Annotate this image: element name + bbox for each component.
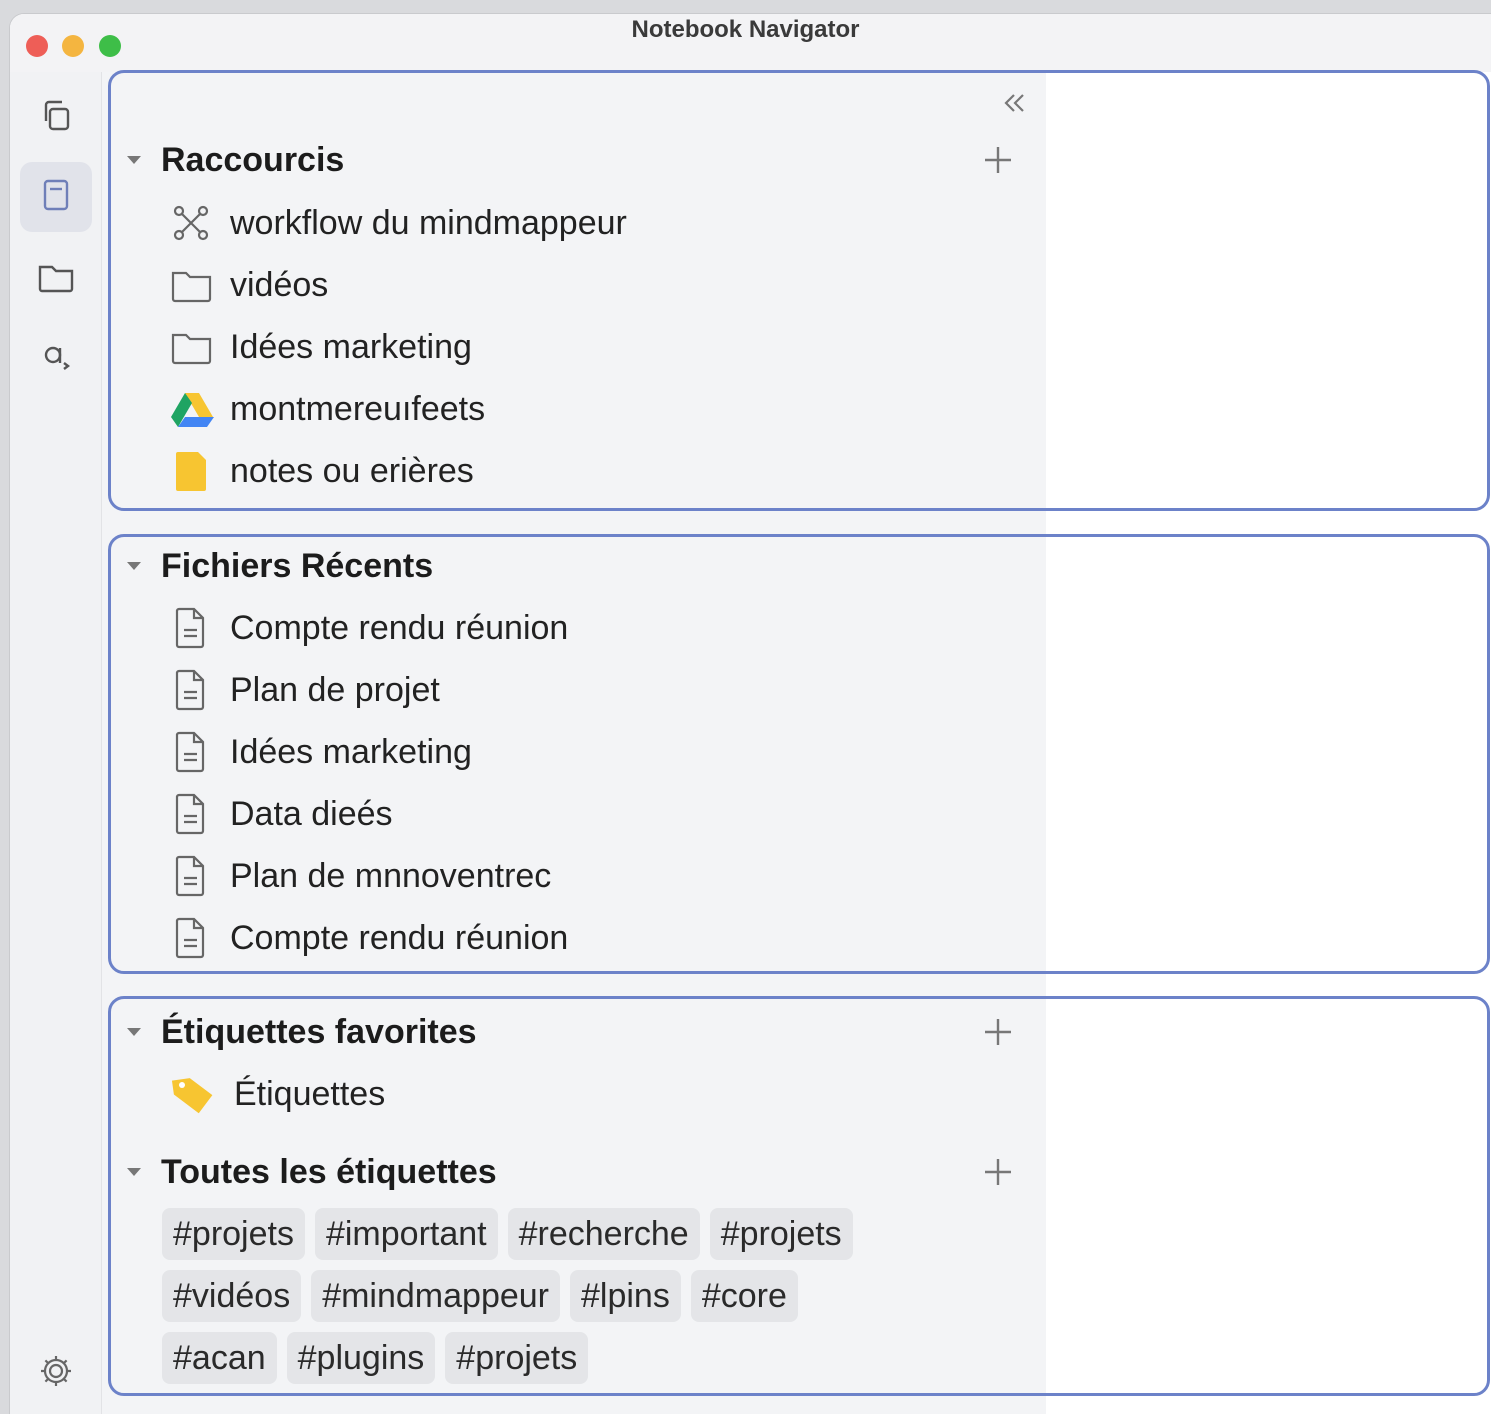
ribbon <box>10 72 102 1414</box>
recent-file-item[interactable]: Data dieés <box>170 792 393 836</box>
add-shortcut-button[interactable] <box>982 144 1014 176</box>
gear-icon <box>36 1351 76 1396</box>
shortcuts-header[interactable]: Raccourcis <box>124 140 344 180</box>
window-title: Notebook Navigator <box>631 16 860 43</box>
tag-icon <box>170 1072 216 1116</box>
recent-file-item[interactable]: Plan de projet <box>170 668 440 712</box>
yellow-folder-icon <box>170 449 216 493</box>
search-icon <box>36 337 76 382</box>
drive-icon <box>170 387 216 431</box>
favorite-tags-header[interactable]: Étiquettes favorites <box>124 1012 477 1052</box>
document-icon <box>170 730 216 774</box>
tag-chip[interactable]: #plugins <box>286 1332 436 1384</box>
ribbon-copy-button[interactable] <box>20 82 92 152</box>
shortcut-label: Idées marketing <box>230 327 472 366</box>
tag-chip[interactable]: #projets <box>445 1332 589 1384</box>
chevron-down-icon <box>124 1022 144 1042</box>
shortcut-label: montmereuıfeets <box>230 389 486 428</box>
add-tag-button[interactable] <box>982 1156 1014 1188</box>
add-favorite-tag-button[interactable] <box>982 1016 1014 1048</box>
chevron-down-icon <box>124 150 144 170</box>
recent-title: Fichiers Récents <box>161 546 434 585</box>
tag-row: #acan #plugins #projets <box>162 1332 962 1384</box>
folder-icon <box>35 257 77 302</box>
document-icon <box>170 792 216 836</box>
plus-icon <box>982 1019 1014 1052</box>
mindmap-icon <box>170 201 216 245</box>
shortcut-label: vidéos <box>230 265 329 304</box>
all-tags-header[interactable]: Toutes les étiquettes <box>124 1152 497 1192</box>
all-tags-title: Toutes les étiquettes <box>161 1152 497 1191</box>
document-icon <box>170 916 216 960</box>
folder-icon <box>170 325 216 369</box>
recent-file-label: Plan de mnnoventrec <box>230 856 552 895</box>
favorite-tags-title: Étiquettes favorites <box>161 1012 477 1051</box>
settings-button[interactable] <box>20 1338 92 1408</box>
shortcut-item[interactable]: Idées marketing <box>170 325 472 369</box>
tag-chip[interactable]: #lpins <box>570 1270 681 1322</box>
shortcut-item[interactable]: montmereuıfeets <box>170 387 485 431</box>
ribbon-folder-button[interactable] <box>20 244 92 314</box>
document-icon <box>170 606 216 650</box>
recent-file-item[interactable]: Compte rendu réunion <box>170 606 568 650</box>
recent-file-label: Plan de projet <box>230 670 440 709</box>
chevron-down-icon <box>124 556 144 576</box>
plus-icon <box>982 1159 1014 1192</box>
folder-icon <box>170 263 216 307</box>
favorite-tag-label: Étiquettes <box>234 1074 386 1113</box>
document-icon <box>170 668 216 712</box>
ribbon-notebook-button[interactable] <box>20 162 92 232</box>
recent-header[interactable]: Fichiers Récents <box>124 546 433 586</box>
tag-chip[interactable]: #vidéos <box>162 1270 302 1322</box>
tag-row: #vidéos #mindmappeur #lpins #core <box>162 1270 962 1322</box>
shortcut-item[interactable]: workflow du mindmappeur <box>170 201 627 245</box>
recent-file-item[interactable]: Idées marketing <box>170 730 472 774</box>
tag-chip[interactable]: #mindmappeur <box>311 1270 560 1322</box>
tag-chip[interactable]: #important <box>314 1208 498 1260</box>
recent-file-label: Idées marketing <box>230 732 472 771</box>
document-icon <box>170 854 216 898</box>
tag-row: #projets #important #recherche #projets <box>162 1208 962 1260</box>
tag-chip[interactable]: #acan <box>162 1332 277 1384</box>
favorite-tag-item[interactable]: Étiquettes <box>170 1072 385 1116</box>
notebook-icon <box>36 175 76 220</box>
plus-icon <box>982 147 1014 180</box>
recent-file-label: Compte rendu réunion <box>230 918 569 957</box>
recent-file-item[interactable]: Plan de mnnoventrec <box>170 854 551 898</box>
chevron-down-icon <box>124 1162 144 1182</box>
shortcut-label: workflow du mindmappeur <box>230 203 627 242</box>
recent-file-item[interactable]: Compte rendu réunion <box>170 916 568 960</box>
ribbon-search-button[interactable] <box>20 324 92 394</box>
recent-file-label: Compte rendu réunion <box>230 608 569 647</box>
tag-cloud: #projets #important #recherche #projets … <box>162 1208 962 1394</box>
shortcut-item[interactable]: vidéos <box>170 263 328 307</box>
tag-chip[interactable]: #projets <box>709 1208 853 1260</box>
tag-chip[interactable]: #projets <box>162 1208 305 1260</box>
tag-chip[interactable]: #core <box>690 1270 798 1322</box>
recent-file-label: Data dieés <box>230 794 393 833</box>
shortcut-item[interactable]: notes ou erières <box>170 449 474 493</box>
tag-chip[interactable]: #recherche <box>507 1208 700 1260</box>
shortcuts-title: Raccourcis <box>161 140 345 179</box>
copy-icon <box>36 95 76 140</box>
shortcut-label: notes ou erières <box>230 451 474 490</box>
